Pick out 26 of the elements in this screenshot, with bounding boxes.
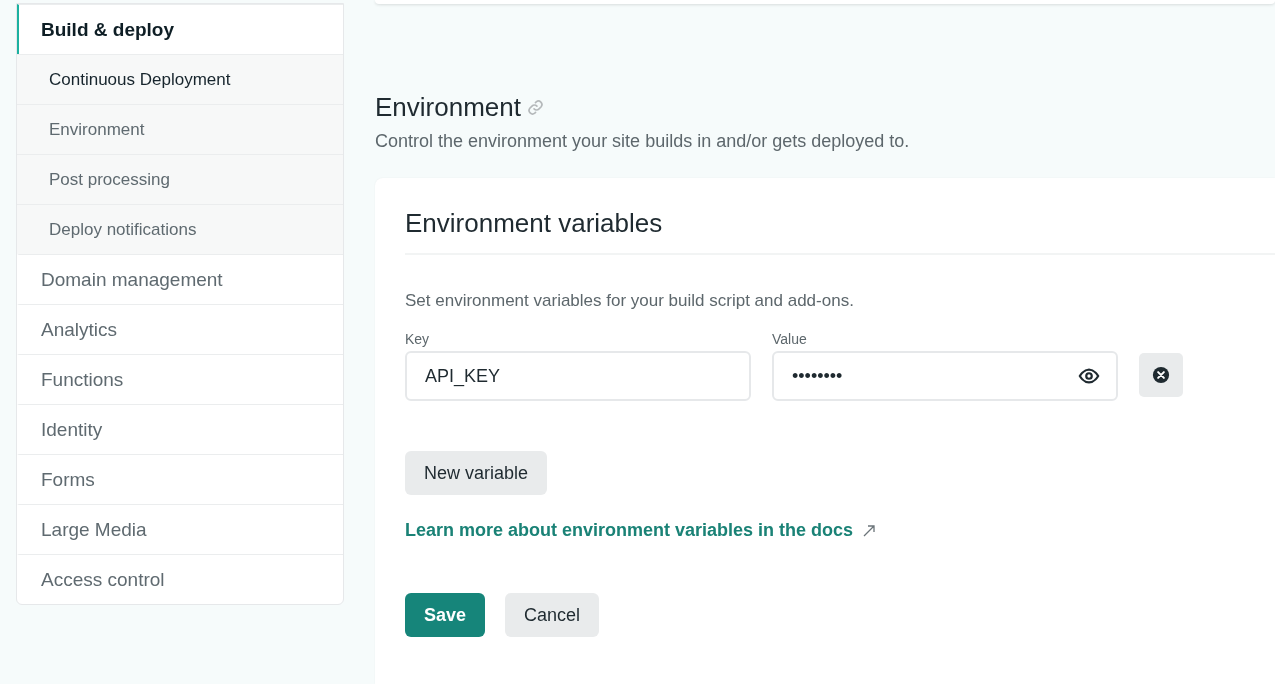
card-title: Environment variables (405, 208, 1275, 255)
close-icon (1152, 366, 1170, 384)
sidebar-item[interactable]: Analytics (17, 304, 343, 354)
external-arrow-icon (863, 524, 876, 537)
sidebar-subitem[interactable]: Continuous Deployment (17, 54, 343, 104)
cancel-button[interactable]: Cancel (505, 593, 600, 637)
input-field[interactable]: API_KEY (405, 351, 751, 401)
sidebar-item[interactable]: Access control (17, 554, 343, 604)
new-variable-button[interactable]: New variable (405, 451, 548, 495)
field-label: Value (772, 331, 808, 347)
docs-link[interactable]: Learn more about environment variables in the docs (405, 520, 876, 541)
sidebar-subitem[interactable]: Environment (17, 104, 343, 154)
sidebar-item[interactable]: Functions (17, 354, 343, 404)
sidebar-item[interactable]: Domain management (17, 254, 343, 304)
sidebar-item[interactable]: Identity (17, 404, 343, 454)
password-field[interactable]: •••••••• (772, 351, 1118, 401)
sidebar-item[interactable]: Forms (17, 454, 343, 504)
sidebar-item[interactable]: Large Media (17, 504, 343, 554)
section-description: Control the environment your site builds in and/or gets deployed to. (375, 131, 911, 152)
field-label: Key (405, 331, 431, 347)
card-description: Set environment variables for your build script and add-ons. (405, 291, 855, 311)
section-title: Environment (375, 92, 521, 123)
sidebar-subitem[interactable]: Post processing (17, 154, 343, 204)
delete-button[interactable] (1139, 353, 1183, 397)
save-button[interactable]: Save (405, 593, 486, 637)
sidebar-subitem[interactable]: Deploy notifications (17, 204, 343, 254)
